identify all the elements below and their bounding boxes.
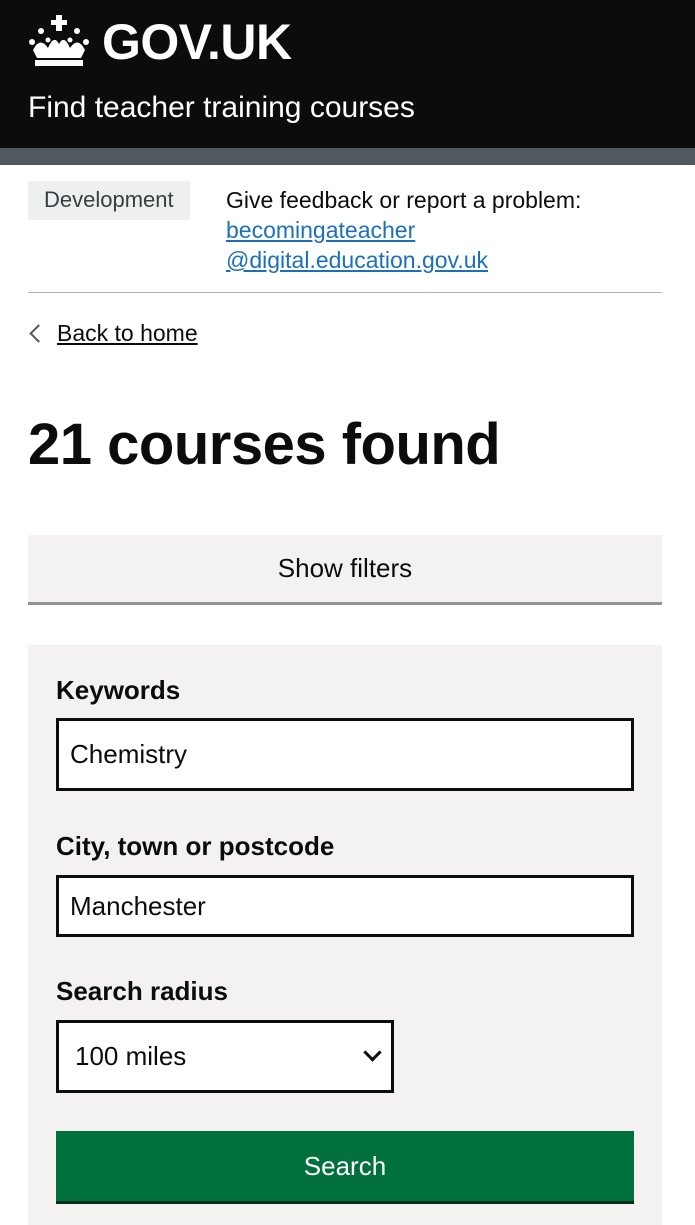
phase-banner: Development Give feedback or report a pr… xyxy=(28,165,662,293)
back-link-label: Back to home xyxy=(57,320,198,346)
back-link[interactable]: Back to home xyxy=(28,320,198,347)
filter-panel: Keywords City, town or postcode Search r… xyxy=(28,645,662,1225)
location-label: City, town or postcode xyxy=(56,831,335,861)
show-filters-button[interactable]: Show filters xyxy=(28,535,662,605)
service-name[interactable]: Find teacher training courses xyxy=(28,90,415,126)
govuk-logo-link[interactable]: GOV.UK xyxy=(28,14,292,70)
radius-selected-value: 100 miles xyxy=(75,1041,187,1071)
search-button[interactable]: Search xyxy=(56,1131,634,1204)
phase-banner-text: Give feedback or report a problem: becom… xyxy=(226,185,656,275)
location-input[interactable] xyxy=(56,875,634,937)
chevron-left-icon xyxy=(29,324,48,343)
feedback-email-line-1: becomingateacher xyxy=(226,217,416,243)
header: GOV.UK Find teacher training courses xyxy=(0,0,695,148)
keywords-input[interactable] xyxy=(56,718,634,791)
feedback-email-link[interactable]: becomingateacher @digital.education.gov.… xyxy=(226,215,656,275)
logo-text: GOV.UK xyxy=(102,14,292,70)
chevron-down-icon xyxy=(363,1043,382,1062)
radius-label: Search radius xyxy=(56,976,228,1006)
header-accent-bar xyxy=(0,148,695,165)
feedback-email-line-2: @digital.education.gov.uk xyxy=(226,247,489,273)
radius-select[interactable]: 100 miles xyxy=(56,1020,394,1093)
keywords-label: Keywords xyxy=(56,675,181,705)
feedback-text: Give feedback or report a problem: xyxy=(226,187,582,213)
phase-tag: Development xyxy=(28,181,190,221)
page-title: 21 courses found xyxy=(28,412,501,477)
crown-icon xyxy=(29,15,89,66)
